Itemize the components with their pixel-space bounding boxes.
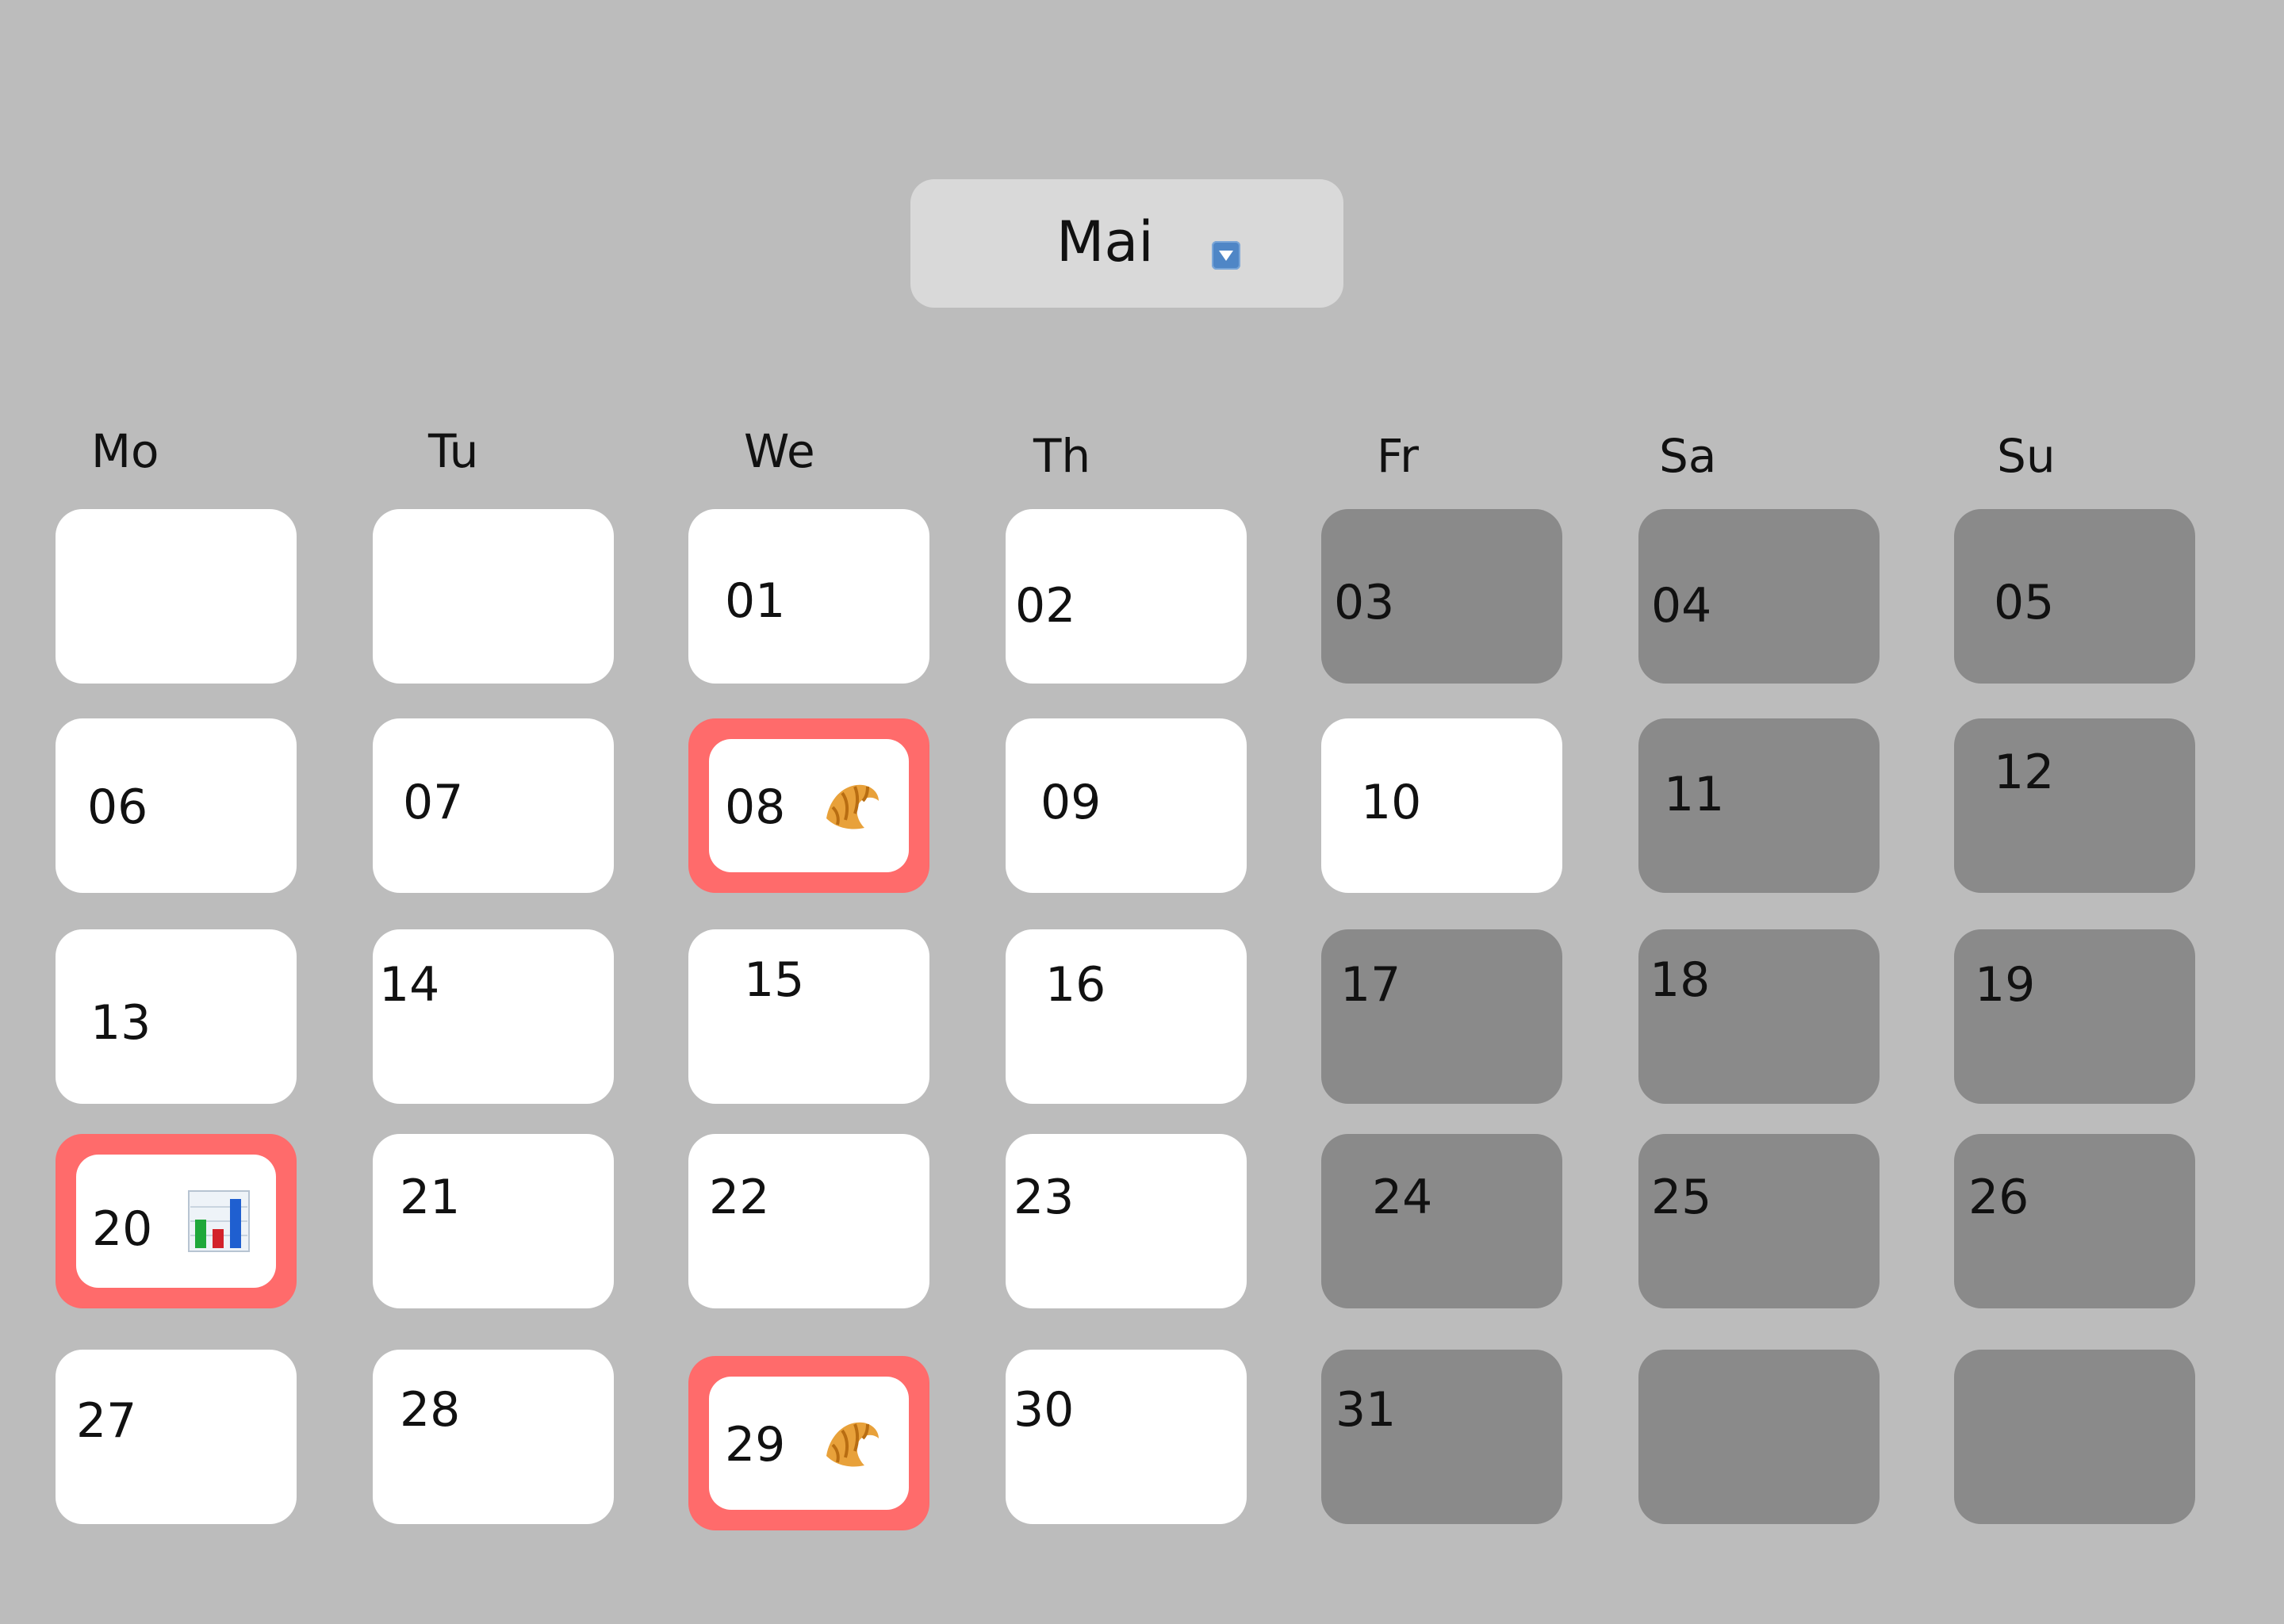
day-cell[interactable]: 06 [56, 718, 297, 893]
day-cell-weekend[interactable]: 12 [1954, 718, 2195, 893]
day-cell-weekend[interactable]: 25 [1638, 1134, 1880, 1308]
day-cell-empty [56, 509, 297, 684]
day-number: 24 [1372, 1170, 1433, 1225]
day-number: 20 [92, 1201, 153, 1257]
day-number: 10 [1361, 775, 1422, 830]
day-number: 13 [90, 995, 151, 1051]
day-number: 26 [1968, 1170, 2029, 1225]
day-number: 03 [1334, 575, 1395, 630]
day-cell-empty [373, 509, 614, 684]
day-cell-weekend-empty [1954, 1350, 2195, 1524]
weekday-we: We [744, 424, 815, 478]
day-cell[interactable]: 27 [56, 1350, 297, 1524]
day-number: 30 [1014, 1382, 1075, 1438]
day-cell[interactable]: 02 [1006, 509, 1247, 684]
day-cell-weekend[interactable]: 24 [1321, 1134, 1562, 1308]
day-cell[interactable]: 15 [688, 929, 929, 1104]
dropdown-triangle-icon[interactable] [1212, 241, 1240, 270]
weekday-fr: Fr [1377, 429, 1419, 483]
event-cell-inner: 08 [709, 739, 909, 872]
day-cell-event[interactable]: 20 [56, 1134, 297, 1308]
day-cell[interactable]: 07 [373, 718, 614, 893]
event-cell-inner: 20 [76, 1155, 276, 1288]
bar-chart-icon [186, 1188, 252, 1254]
day-number: 29 [725, 1417, 786, 1473]
weekday-tu: Tu [428, 424, 479, 478]
day-cell-weekend-empty [1638, 1350, 1880, 1524]
day-number: 04 [1651, 578, 1712, 634]
day-cell[interactable]: 14 [373, 929, 614, 1104]
day-number: 18 [1650, 952, 1711, 1008]
croissant-icon [818, 1410, 885, 1477]
day-number: 21 [400, 1170, 461, 1225]
day-number: 19 [1975, 957, 2036, 1013]
day-number: 15 [744, 952, 805, 1008]
day-cell-event[interactable]: 08 [688, 718, 929, 893]
day-cell-weekend[interactable]: 26 [1954, 1134, 2195, 1308]
month-label: Mai [1056, 209, 1154, 274]
weekday-su: Su [1997, 429, 2056, 483]
day-number: 14 [379, 957, 440, 1013]
day-cell[interactable]: 30 [1006, 1350, 1247, 1524]
day-number: 01 [725, 573, 786, 629]
day-number: 27 [76, 1393, 137, 1449]
day-cell[interactable]: 23 [1006, 1134, 1247, 1308]
croissant-icon [818, 772, 885, 839]
day-number: 08 [725, 779, 786, 835]
weekday-th: Th [1033, 429, 1091, 483]
day-number: 16 [1045, 957, 1106, 1013]
day-cell[interactable]: 22 [688, 1134, 929, 1308]
day-cell-weekend[interactable]: 31 [1321, 1350, 1562, 1524]
day-cell-weekend[interactable]: 11 [1638, 718, 1880, 893]
day-cell[interactable]: 10 [1321, 718, 1562, 893]
day-number: 17 [1340, 957, 1401, 1013]
day-number: 02 [1015, 578, 1076, 634]
day-cell-weekend[interactable]: 19 [1954, 929, 2195, 1104]
day-number: 31 [1336, 1382, 1397, 1438]
day-cell[interactable]: 13 [56, 929, 297, 1104]
day-number: 05 [1994, 575, 2055, 630]
day-cell-weekend[interactable]: 04 [1638, 509, 1880, 684]
day-cell[interactable]: 01 [688, 509, 929, 684]
day-cell-weekend[interactable]: 18 [1638, 929, 1880, 1104]
day-number: 12 [1994, 745, 2055, 800]
day-number: 11 [1664, 767, 1725, 822]
day-cell[interactable]: 16 [1006, 929, 1247, 1104]
day-number: 09 [1040, 775, 1102, 830]
day-number: 28 [400, 1382, 461, 1438]
day-cell[interactable]: 28 [373, 1350, 614, 1524]
day-number: 22 [709, 1170, 770, 1225]
day-number: 25 [1651, 1170, 1712, 1225]
event-cell-inner: 29 [709, 1377, 909, 1510]
day-number: 06 [87, 779, 148, 835]
day-cell-event[interactable]: 29 [688, 1356, 929, 1530]
day-cell[interactable]: 09 [1006, 718, 1247, 893]
day-number: 23 [1014, 1170, 1075, 1225]
day-cell-weekend[interactable]: 17 [1321, 929, 1562, 1104]
day-cell-weekend[interactable]: 03 [1321, 509, 1562, 684]
day-number: 07 [403, 775, 464, 830]
weekday-mo: Mo [91, 424, 159, 478]
day-cell-weekend[interactable]: 05 [1954, 509, 2195, 684]
day-cell[interactable]: 21 [373, 1134, 614, 1308]
weekday-sa: Sa [1659, 429, 1717, 483]
month-selector[interactable]: Mai [910, 179, 1343, 308]
